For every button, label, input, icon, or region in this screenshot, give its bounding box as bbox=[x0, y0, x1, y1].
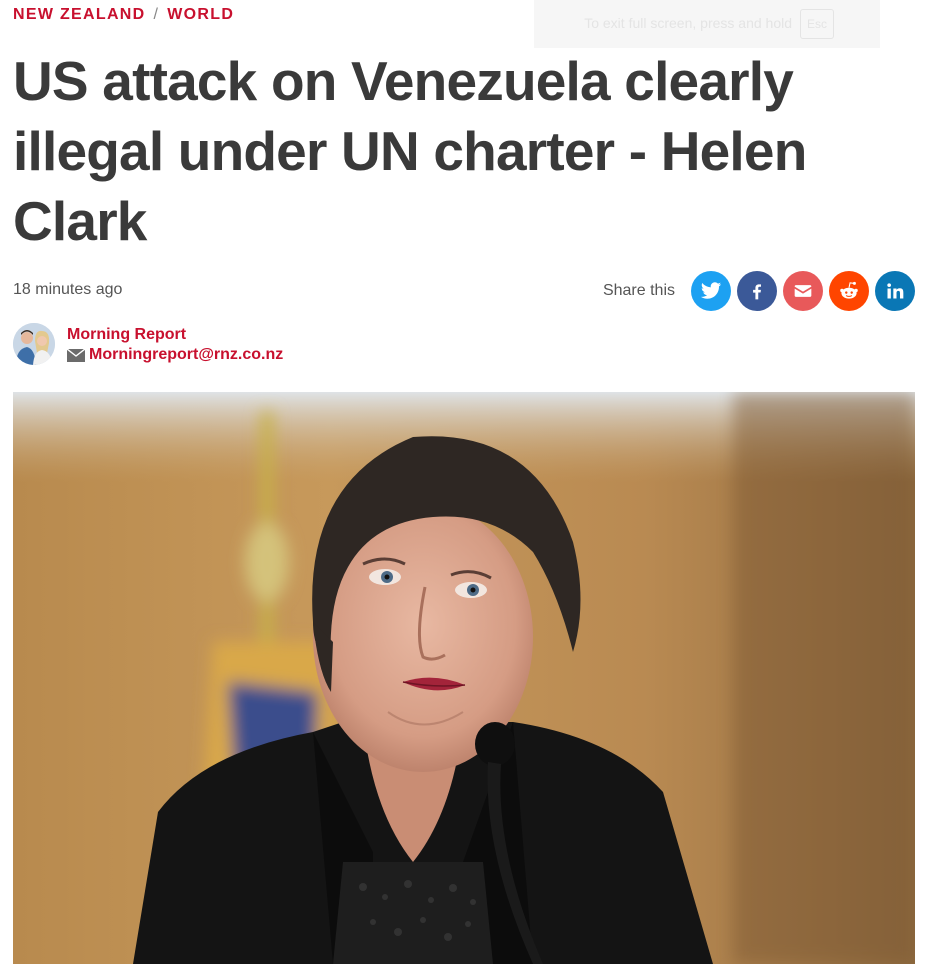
hero-photo bbox=[13, 392, 915, 964]
envelope-icon bbox=[794, 285, 812, 297]
share-linkedin-button[interactable] bbox=[875, 271, 915, 311]
fullscreen-hint: To exit full screen, press and hold Esc bbox=[534, 0, 880, 48]
twitter-bird-icon bbox=[700, 282, 722, 299]
esc-key-hint: Esc bbox=[800, 9, 834, 39]
author-avatar[interactable] bbox=[13, 323, 55, 365]
share-email-button[interactable] bbox=[783, 271, 823, 311]
author-name-link[interactable]: Morning Report bbox=[67, 326, 186, 344]
share-twitter-button[interactable] bbox=[691, 271, 731, 311]
breadcrumb: NEW ZEALAND / WORLD bbox=[13, 6, 234, 24]
envelope-icon bbox=[67, 348, 85, 362]
breadcrumb-world[interactable]: WORLD bbox=[167, 6, 234, 24]
breadcrumb-separator: / bbox=[153, 6, 160, 23]
fullscreen-hint-text: To exit full screen, press and hold bbox=[584, 15, 792, 31]
breadcrumb-new-zealand[interactable]: NEW ZEALAND bbox=[13, 6, 146, 24]
share-bar: Share this bbox=[603, 271, 915, 311]
facebook-f-icon bbox=[753, 284, 761, 300]
author-email-text: Morningreport@rnz.co.nz bbox=[89, 346, 284, 363]
share-reddit-button[interactable] bbox=[829, 271, 869, 311]
article-hero-image bbox=[13, 392, 915, 964]
share-facebook-button[interactable] bbox=[737, 271, 777, 311]
share-label: Share this bbox=[602, 282, 675, 299]
linkedin-in-icon bbox=[887, 283, 904, 299]
reddit-alien-icon bbox=[840, 281, 858, 299]
author-avatar-image bbox=[13, 323, 55, 365]
author-email-link[interactable]: Morningreport@rnz.co.nz bbox=[67, 346, 283, 364]
article-page: NEW ZEALAND / WORLD To exit full screen,… bbox=[0, 0, 925, 964]
article-headline: US attack on Venezuela clearly illegal u… bbox=[13, 50, 807, 252]
article-timestamp: 18 minutes ago bbox=[13, 281, 123, 298]
